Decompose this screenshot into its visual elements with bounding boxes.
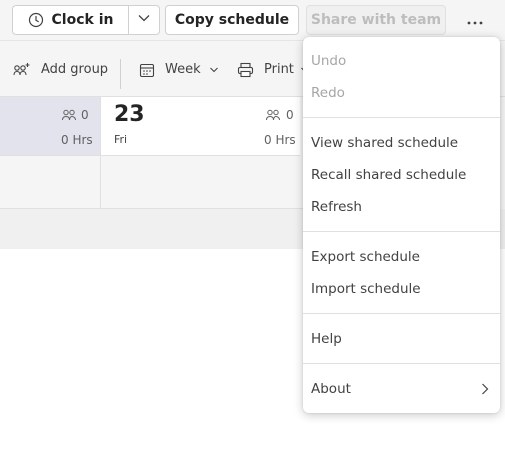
day-column-header-previous[interactable]: 0 0 Hrs bbox=[0, 97, 100, 156]
people-icon bbox=[61, 109, 77, 121]
calendar-icon bbox=[139, 62, 155, 78]
menu-item-refresh[interactable]: Refresh bbox=[303, 192, 500, 222]
chevron-down-icon bbox=[137, 11, 151, 29]
chevron-down-icon bbox=[209, 65, 219, 75]
hours-total: 0 Hrs bbox=[264, 133, 296, 147]
hours-total: 0 Hrs bbox=[61, 133, 93, 147]
schedule-cell[interactable] bbox=[100, 156, 305, 209]
clock-in-label: Clock in bbox=[51, 12, 114, 28]
menu-item-label: Recall shared schedule bbox=[311, 167, 467, 183]
menu-item-export-schedule[interactable]: Export schedule bbox=[303, 242, 500, 272]
people-count: 0 bbox=[286, 108, 294, 122]
copy-schedule-label: Copy schedule bbox=[174, 12, 290, 28]
clock-in-dropdown-button[interactable] bbox=[128, 5, 160, 35]
menu-item-label: Refresh bbox=[311, 199, 362, 215]
toolbar-divider bbox=[120, 59, 121, 89]
printer-icon bbox=[237, 62, 254, 78]
menu-item-label: View shared schedule bbox=[311, 135, 459, 151]
day-number: 23 bbox=[114, 102, 145, 127]
print-button[interactable]: Print bbox=[237, 41, 310, 98]
menu-divider bbox=[303, 313, 500, 314]
menu-item-recall-shared-schedule[interactable]: Recall shared schedule bbox=[303, 160, 500, 190]
add-group-label: Add group bbox=[41, 62, 109, 77]
schedule-cell[interactable] bbox=[0, 156, 100, 209]
menu-item-label: Redo bbox=[311, 85, 345, 101]
chevron-right-icon bbox=[481, 383, 489, 395]
people-count: 0 bbox=[81, 108, 89, 122]
menu-item-about[interactable]: About bbox=[303, 374, 500, 404]
menu-divider bbox=[303, 117, 500, 118]
menu-item-label: Undo bbox=[311, 53, 347, 69]
menu-item-view-shared-schedule[interactable]: View shared schedule bbox=[303, 128, 500, 158]
top-toolbar: Clock in Copy schedule Share with team bbox=[0, 0, 505, 40]
copy-schedule-button[interactable]: Copy schedule bbox=[165, 5, 299, 35]
more-options-menu: Undo Redo View shared schedule Recall sh… bbox=[303, 37, 500, 413]
add-group-button[interactable]: Add group bbox=[13, 41, 108, 98]
people-icon bbox=[265, 109, 281, 121]
share-with-team-label: Share with team bbox=[310, 12, 442, 28]
menu-item-label: Help bbox=[311, 331, 342, 347]
menu-divider bbox=[303, 363, 500, 364]
clock-icon bbox=[28, 12, 44, 28]
menu-item-help[interactable]: Help bbox=[303, 324, 500, 354]
menu-item-redo[interactable]: Redo bbox=[303, 78, 500, 108]
menu-item-label: Export schedule bbox=[311, 249, 420, 265]
menu-item-label: About bbox=[311, 381, 351, 397]
day-name: Fri bbox=[114, 133, 128, 146]
menu-item-undo[interactable]: Undo bbox=[303, 46, 500, 76]
menu-divider bbox=[303, 231, 500, 232]
week-label: Week bbox=[165, 62, 201, 77]
day-column-header[interactable]: 23 Fri 0 0 Hrs bbox=[100, 97, 300, 156]
more-options-button[interactable] bbox=[456, 5, 494, 35]
share-with-team-button[interactable]: Share with team bbox=[306, 5, 446, 35]
print-label: Print bbox=[264, 62, 294, 77]
menu-item-label: Import schedule bbox=[311, 281, 421, 297]
add-group-icon bbox=[13, 62, 31, 78]
clock-in-button[interactable]: Clock in bbox=[12, 5, 128, 35]
menu-item-import-schedule[interactable]: Import schedule bbox=[303, 274, 500, 304]
week-view-dropdown[interactable]: Week bbox=[139, 41, 219, 98]
more-horizontal-icon bbox=[466, 11, 484, 30]
